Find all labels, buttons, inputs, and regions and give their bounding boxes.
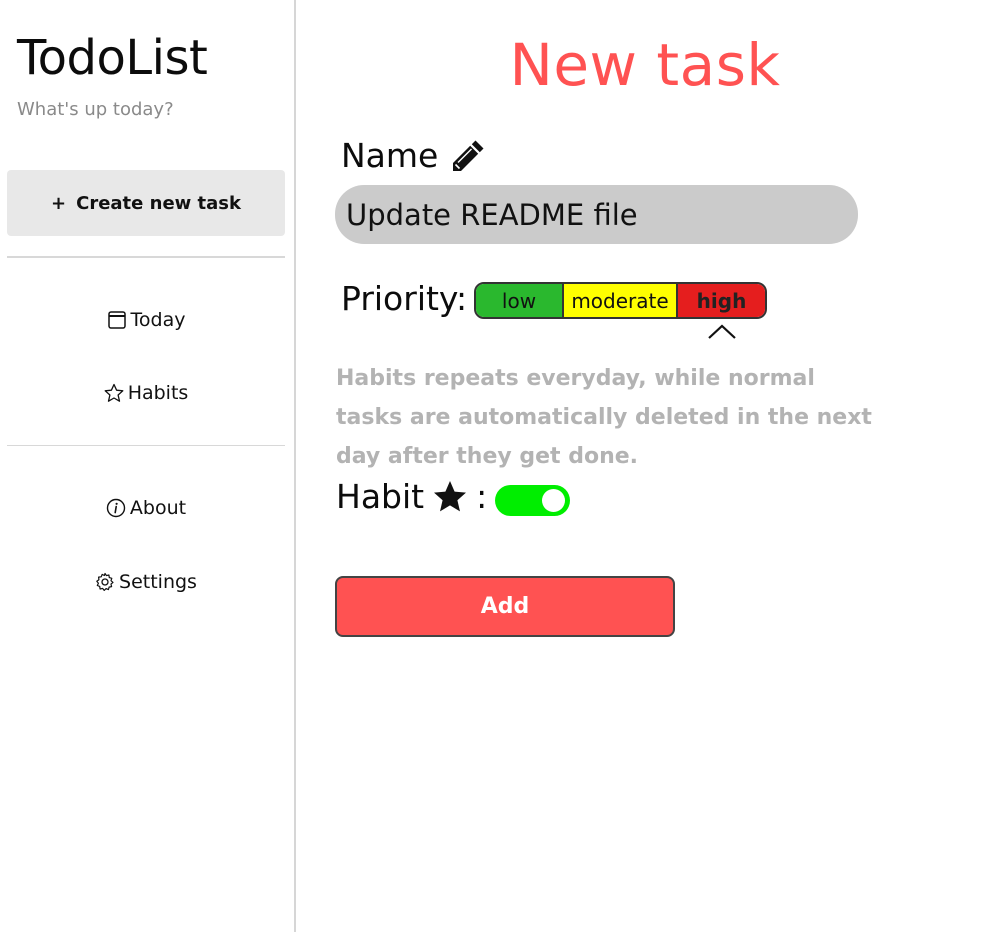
priority-option-high[interactable]: high xyxy=(678,284,765,317)
pencil-icon xyxy=(453,140,484,171)
priority-option-moderate[interactable]: moderate xyxy=(564,284,678,317)
name-label-text: Name xyxy=(341,136,439,175)
priority-option-low[interactable]: low xyxy=(476,284,564,317)
sidebar-item-about[interactable]: About xyxy=(7,492,285,524)
priority-selector: low moderate high xyxy=(474,282,767,319)
app: TodoList What's up today? + Create new t… xyxy=(0,0,992,932)
sidebar-item-label: Settings xyxy=(119,571,197,593)
create-new-task-button[interactable]: + Create new task xyxy=(7,170,285,236)
star-outline-icon xyxy=(104,383,124,402)
gear-icon xyxy=(96,572,114,591)
calendar-icon xyxy=(107,311,126,329)
habit-toggle[interactable] xyxy=(495,485,570,516)
sidebar-item-habits[interactable]: Habits xyxy=(7,377,285,409)
task-name-input[interactable] xyxy=(335,185,858,244)
star-icon xyxy=(434,481,467,512)
plus-icon: + xyxy=(51,192,67,214)
sidebar: TodoList What's up today? + Create new t… xyxy=(0,0,296,932)
info-icon xyxy=(106,498,126,518)
habit-label: Habit : xyxy=(336,477,487,517)
sidebar-item-label: About xyxy=(129,497,187,519)
page-title: New task xyxy=(509,31,781,99)
sidebar-item-label: Today xyxy=(130,309,186,331)
create-new-task-label: Create new task xyxy=(76,192,241,214)
priority-label: Priority: xyxy=(341,279,468,318)
habit-hint-text: Habits repeats everyday, while normal ta… xyxy=(336,366,872,469)
sidebar-item-label: Habits xyxy=(127,382,189,404)
sidebar-divider xyxy=(7,256,285,258)
sidebar-item-settings[interactable]: Settings xyxy=(7,566,285,598)
name-label: Name xyxy=(341,136,486,176)
sidebar-divider xyxy=(7,445,285,446)
add-button[interactable]: Add xyxy=(335,576,675,637)
app-title: TodoList xyxy=(17,30,208,86)
sidebar-item-today[interactable]: Today xyxy=(7,304,285,336)
habit-colon: : xyxy=(476,477,488,516)
toggle-knob xyxy=(542,489,565,512)
chevron-up-icon xyxy=(708,324,736,339)
app-subtitle: What's up today? xyxy=(17,99,174,120)
habit-label-text: Habit xyxy=(336,477,425,516)
